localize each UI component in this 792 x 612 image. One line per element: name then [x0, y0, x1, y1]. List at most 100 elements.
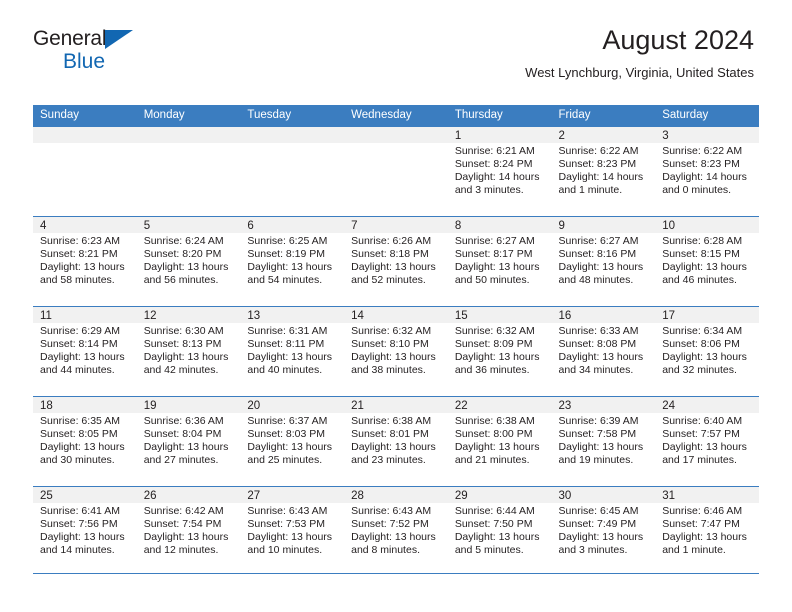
sun-info-line: Daylight: 13 hours [454, 351, 540, 364]
sun-info-line: Sunrise: 6:41 AM [40, 505, 120, 517]
day-number: 19 [136, 397, 241, 413]
calendar-day-cell[interactable]: 30 Sunrise: 6:45 AM Sunset: 7:49 PM Dayligh… [551, 486, 656, 577]
calendar-day-cell[interactable]: 23 Sunrise: 6:39 AM Sunset: 7:58 PM Dayligh… [551, 396, 656, 487]
calendar-day-cell[interactable]: 25 Sunrise: 6:41 AM Sunset: 7:56 PM Dayligh… [33, 486, 137, 577]
general-blue-logo[interactable]: General Blue [33, 28, 153, 74]
day-cell-content: 29 Sunrise: 6:44 AM Sunset: 7:50 PM Dayligh… [447, 487, 552, 577]
day-number: 26 [136, 487, 241, 503]
sun-info: Sunrise: 6:22 AM Sunset: 8:23 PM Daylight:… [552, 143, 656, 197]
sun-info-line: Sunset: 8:20 PM [143, 248, 222, 261]
sun-info-line: Sunset: 8:00 PM [454, 428, 533, 441]
day-number [136, 127, 241, 143]
day-cell-content: 22 Sunrise: 6:38 AM Sunset: 8:00 PM Dayligh… [447, 397, 552, 486]
sun-info: Sunrise: 6:38 AM Sunset: 8:01 PM Daylight:… [344, 413, 448, 467]
sun-info: Sunrise: 6:38 AM Sunset: 8:00 PM Daylight:… [448, 413, 552, 467]
logo-line-general: General [33, 28, 153, 52]
calendar-day-cell[interactable]: 10 Sunrise: 6:28 AM Sunset: 8:15 PM Dayligh… [655, 216, 759, 307]
calendar-body: 1 Sunrise: 6:21 AM Sunset: 8:24 PM Daylight… [33, 126, 759, 577]
calendar-empty-cell [136, 126, 241, 217]
sun-info: Sunrise: 6:43 AM Sunset: 7:52 PM Daylight:… [344, 503, 448, 557]
day-cell-content: 4 Sunrise: 6:23 AM Sunset: 8:21 PM Daylight… [33, 217, 137, 306]
sun-info-line: Sunset: 8:17 PM [454, 248, 533, 261]
day-cell-content: 10 Sunrise: 6:28 AM Sunset: 8:15 PM Dayligh… [655, 217, 759, 306]
sun-info-line: Sunrise: 6:45 AM [558, 505, 639, 517]
calendar-day-cell[interactable]: 3 Sunrise: 6:22 AM Sunset: 8:23 PM Daylight… [655, 126, 759, 217]
sun-info-line: Daylight: 13 hours [247, 261, 333, 274]
calendar-bottom-rule [33, 573, 759, 574]
calendar-day-cell[interactable]: 1 Sunrise: 6:21 AM Sunset: 8:24 PM Daylight… [447, 126, 552, 217]
sun-info: Sunrise: 6:45 AM Sunset: 7:49 PM Daylight:… [552, 503, 656, 557]
calendar-empty-cell [240, 126, 345, 217]
sun-info-line: and 30 minutes. [40, 454, 115, 467]
calendar-day-cell[interactable]: 2 Sunrise: 6:22 AM Sunset: 8:23 PM Daylight… [551, 126, 656, 217]
sun-info-line: Sunset: 8:16 PM [558, 248, 637, 261]
sun-info: Sunrise: 6:24 AM Sunset: 8:20 PM Daylight:… [137, 233, 241, 287]
sun-info-line: Sunset: 8:06 PM [662, 338, 740, 351]
sun-info-line: and 8 minutes. [351, 544, 420, 557]
sun-info-line: Sunset: 7:49 PM [558, 518, 637, 531]
day-cell-content [344, 127, 448, 216]
sun-info-line: Daylight: 13 hours [351, 351, 436, 364]
calendar-day-cell[interactable]: 12 Sunrise: 6:30 AM Sunset: 8:13 PM Dayligh… [136, 306, 241, 397]
calendar-day-cell[interactable]: 22 Sunrise: 6:38 AM Sunset: 8:00 PM Dayligh… [447, 396, 552, 487]
sun-info-line: Sunset: 8:15 PM [662, 248, 740, 261]
sun-info-line: Sunset: 8:23 PM [662, 158, 740, 171]
calendar-day-cell[interactable]: 13 Sunrise: 6:31 AM Sunset: 8:11 PM Dayligh… [240, 306, 345, 397]
calendar-day-cell[interactable]: 5 Sunrise: 6:24 AM Sunset: 8:20 PM Daylight… [136, 216, 241, 307]
sun-info-line: Sunset: 8:14 PM [40, 338, 118, 351]
calendar-day-cell[interactable]: 4 Sunrise: 6:23 AM Sunset: 8:21 PM Daylight… [33, 216, 137, 307]
calendar-day-cell[interactable]: 6 Sunrise: 6:25 AM Sunset: 8:19 PM Daylight… [240, 216, 345, 307]
calendar-day-cell[interactable]: 16 Sunrise: 6:33 AM Sunset: 8:08 PM Dayligh… [551, 306, 656, 397]
calendar-day-cell[interactable]: 27 Sunrise: 6:43 AM Sunset: 7:53 PM Dayligh… [240, 486, 345, 577]
sun-info-line: and 42 minutes. [143, 364, 219, 377]
calendar-day-cell[interactable]: 28 Sunrise: 6:43 AM Sunset: 7:52 PM Dayligh… [344, 486, 448, 577]
day-number: 30 [551, 487, 656, 503]
day-number: 1 [447, 127, 552, 143]
calendar-day-cell[interactable]: 29 Sunrise: 6:44 AM Sunset: 7:50 PM Dayligh… [447, 486, 552, 577]
sun-info-line: Daylight: 13 hours [662, 531, 747, 544]
sun-info-line: Daylight: 13 hours [662, 441, 747, 454]
calendar-day-cell[interactable]: 14 Sunrise: 6:32 AM Sunset: 8:10 PM Dayligh… [344, 306, 448, 397]
page-title: August 2024 [602, 25, 754, 55]
weekday-header-tuesday: Tuesday [240, 105, 345, 127]
sun-info-line: and 19 minutes. [558, 454, 634, 467]
sun-info-line: Sunrise: 6:26 AM [351, 235, 432, 247]
sun-info-line: and 12 minutes. [143, 544, 219, 557]
day-number: 24 [655, 397, 759, 413]
calendar-day-cell[interactable]: 18 Sunrise: 6:35 AM Sunset: 8:05 PM Dayligh… [33, 396, 137, 487]
day-number [344, 127, 448, 143]
calendar-day-cell[interactable]: 31 Sunrise: 6:46 AM Sunset: 7:47 PM Dayligh… [655, 486, 759, 577]
calendar-day-cell[interactable]: 21 Sunrise: 6:38 AM Sunset: 8:01 PM Dayligh… [344, 396, 448, 487]
calendar-day-cell[interactable]: 9 Sunrise: 6:27 AM Sunset: 8:16 PM Daylight… [551, 216, 656, 307]
day-cell-content: 7 Sunrise: 6:26 AM Sunset: 8:18 PM Daylight… [344, 217, 448, 306]
logo-triangle-icon [105, 30, 133, 49]
calendar-day-cell[interactable]: 7 Sunrise: 6:26 AM Sunset: 8:18 PM Daylight… [344, 216, 448, 307]
sun-info: Sunrise: 6:21 AM Sunset: 8:24 PM Daylight:… [448, 143, 552, 197]
sun-info-line: Sunrise: 6:32 AM [351, 325, 432, 337]
sun-info: Sunrise: 6:36 AM Sunset: 8:04 PM Daylight:… [137, 413, 241, 467]
calendar-day-cell[interactable]: 20 Sunrise: 6:37 AM Sunset: 8:03 PM Dayligh… [240, 396, 345, 487]
sun-info-line: Daylight: 13 hours [351, 261, 436, 274]
calendar-week-row: 1 Sunrise: 6:21 AM Sunset: 8:24 PM Daylight… [33, 126, 759, 217]
day-number: 22 [447, 397, 552, 413]
sun-info-line: Daylight: 13 hours [351, 531, 436, 544]
calendar-day-cell[interactable]: 19 Sunrise: 6:36 AM Sunset: 8:04 PM Dayligh… [136, 396, 241, 487]
calendar-empty-cell [33, 126, 137, 217]
day-cell-content: 30 Sunrise: 6:45 AM Sunset: 7:49 PM Dayligh… [551, 487, 656, 577]
calendar-day-cell[interactable]: 8 Sunrise: 6:27 AM Sunset: 8:17 PM Daylight… [447, 216, 552, 307]
weekday-header-thursday: Thursday [447, 105, 552, 127]
day-number: 23 [551, 397, 656, 413]
sun-info-line: Sunrise: 6:27 AM [454, 235, 535, 247]
calendar-day-cell[interactable]: 24 Sunrise: 6:40 AM Sunset: 7:57 PM Dayligh… [655, 396, 759, 487]
sun-info-line: Sunset: 7:57 PM [662, 428, 740, 441]
day-number: 11 [33, 307, 137, 323]
sun-info-line: Sunrise: 6:42 AM [143, 505, 224, 517]
calendar-day-cell[interactable]: 15 Sunrise: 6:32 AM Sunset: 8:09 PM Dayligh… [447, 306, 552, 397]
day-number: 14 [344, 307, 448, 323]
calendar-week-row: 4 Sunrise: 6:23 AM Sunset: 8:21 PM Daylight… [33, 216, 759, 307]
calendar-week-row: 25 Sunrise: 6:41 AM Sunset: 7:56 PM Dayligh… [33, 486, 759, 577]
day-cell-content: 24 Sunrise: 6:40 AM Sunset: 7:57 PM Dayligh… [655, 397, 759, 486]
calendar-day-cell[interactable]: 26 Sunrise: 6:42 AM Sunset: 7:54 PM Dayligh… [136, 486, 241, 577]
calendar-day-cell[interactable]: 11 Sunrise: 6:29 AM Sunset: 8:14 PM Dayligh… [33, 306, 137, 397]
calendar-day-cell[interactable]: 17 Sunrise: 6:34 AM Sunset: 8:06 PM Dayligh… [655, 306, 759, 397]
